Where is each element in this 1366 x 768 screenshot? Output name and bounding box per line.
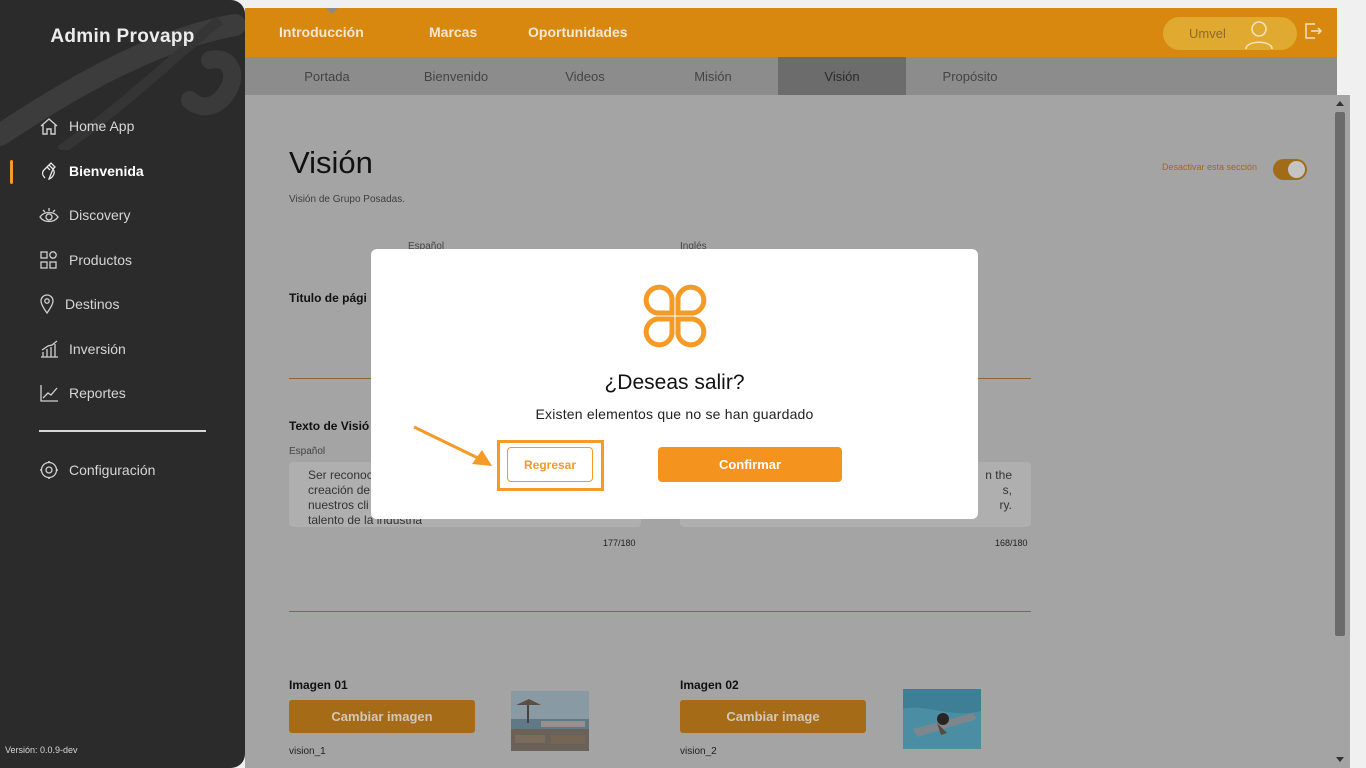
sidebar-item-label: Configuración bbox=[69, 462, 156, 478]
sidebar-item-label: Discovery bbox=[69, 207, 131, 223]
confirm-button[interactable]: Confirmar bbox=[658, 447, 842, 482]
scroll-up-icon[interactable] bbox=[1336, 101, 1344, 106]
logout-icon[interactable] bbox=[1303, 21, 1323, 41]
image-02-thumbnail bbox=[903, 689, 981, 749]
sidebar-item-inversion[interactable]: Inversión bbox=[38, 336, 126, 362]
char-counter-es: 177/180 bbox=[603, 538, 636, 548]
sidebar-item-label: Reportes bbox=[69, 385, 126, 401]
line-chart-icon bbox=[38, 382, 60, 404]
brand-clover-logo bbox=[643, 284, 707, 348]
home-icon bbox=[38, 115, 60, 137]
sidebar-item-reportes[interactable]: Reportes bbox=[38, 380, 126, 406]
scroll-down-icon[interactable] bbox=[1336, 757, 1344, 762]
subtab-bienvenido[interactable]: Bienvenido bbox=[392, 57, 520, 95]
gear-icon bbox=[38, 459, 60, 481]
tab-introduccion[interactable]: Introducción bbox=[279, 24, 364, 40]
window-edge bbox=[1350, 95, 1366, 768]
section-tabs: Portada Bienvenido Videos Misión Visión … bbox=[245, 57, 1337, 95]
vision-text-label: Texto de Visió bbox=[289, 419, 370, 433]
text-column-es-label: Español bbox=[289, 446, 326, 457]
section-toggle[interactable] bbox=[1273, 159, 1307, 180]
sidebar-item-destinos[interactable]: Destinos bbox=[38, 291, 119, 317]
subtab-proposito[interactable]: Propósito bbox=[906, 57, 1034, 95]
sidebar-item-configuracion[interactable]: Configuración bbox=[38, 457, 155, 483]
image-01-name: vision_1 bbox=[289, 746, 326, 757]
active-tab-notch bbox=[326, 8, 338, 14]
version-label: Versión: 0.0.9-dev bbox=[5, 745, 78, 755]
subtab-videos[interactable]: Videos bbox=[521, 57, 649, 95]
sidebar: Admin Provapp Home App Bienvenida Discov… bbox=[0, 0, 245, 768]
image-01-thumbnail bbox=[511, 691, 589, 751]
sidebar-item-label: Destinos bbox=[65, 296, 120, 312]
app-title: Admin Provapp bbox=[50, 26, 195, 47]
change-image-02-button[interactable]: Cambiar image bbox=[680, 700, 866, 733]
sidebar-item-productos[interactable]: Productos bbox=[38, 247, 132, 273]
sidebar-item-label: Inversión bbox=[69, 341, 126, 357]
char-counter-en: 168/180 bbox=[995, 538, 1028, 548]
dialog-title: ¿Deseas salir? bbox=[604, 371, 745, 394]
sidebar-item-discovery[interactable]: Discovery bbox=[38, 202, 130, 228]
sidebar-item-label: Home App bbox=[69, 118, 135, 134]
annotation-arrow-icon bbox=[413, 425, 492, 466]
tab-oportunidades[interactable]: Oportunidades bbox=[528, 24, 628, 40]
tab-marcas[interactable]: Marcas bbox=[429, 24, 477, 40]
subtab-portada[interactable]: Portada bbox=[263, 57, 391, 95]
active-indicator bbox=[10, 160, 13, 184]
waving-hand-icon bbox=[38, 160, 60, 182]
top-navigation: Introducción Marcas Oportunidades Umvel bbox=[245, 8, 1337, 57]
image-02-label: Imagen 02 bbox=[680, 678, 739, 692]
page-title: Visión bbox=[289, 145, 373, 180]
image-02-name: vision_2 bbox=[680, 746, 717, 757]
back-button[interactable]: Regresar bbox=[507, 447, 593, 482]
products-grid-icon bbox=[38, 249, 60, 271]
user-avatar-icon bbox=[1245, 21, 1273, 50]
toggle-knob bbox=[1288, 161, 1305, 178]
image-01-label: Imagen 01 bbox=[289, 678, 348, 692]
sidebar-item-label: Bienvenida bbox=[69, 163, 144, 179]
growth-bars-icon bbox=[38, 338, 60, 360]
page-title-field-label: Titulo de pági bbox=[289, 291, 367, 305]
sidebar-item-label: Productos bbox=[69, 252, 133, 268]
sidebar-item-bienvenida[interactable]: Bienvenida bbox=[38, 158, 144, 184]
page-subtitle: Visión de Grupo Posadas. bbox=[289, 194, 406, 205]
user-name: Umvel bbox=[1189, 26, 1226, 41]
dialog-message: Existen elementos que no se han guardado bbox=[535, 406, 814, 422]
subtab-mision[interactable]: Misión bbox=[649, 57, 777, 95]
scroll-thumb[interactable] bbox=[1335, 112, 1345, 636]
vertical-scrollbar[interactable] bbox=[1332, 95, 1350, 768]
user-menu[interactable]: Umvel bbox=[1163, 17, 1297, 50]
exit-confirmation-dialog: ¿Deseas salir? Existen elementos que no … bbox=[371, 249, 978, 519]
location-pin-icon bbox=[38, 293, 56, 315]
section-divider bbox=[289, 611, 1031, 612]
eye-icon bbox=[38, 204, 60, 226]
sidebar-divider bbox=[39, 430, 206, 432]
change-image-01-button[interactable]: Cambiar imagen bbox=[289, 700, 475, 733]
sidebar-item-home-app[interactable]: Home App bbox=[38, 113, 134, 139]
toggle-label: Desactivar esta sección bbox=[1162, 162, 1258, 172]
subtab-vision[interactable]: Visión bbox=[778, 57, 906, 95]
